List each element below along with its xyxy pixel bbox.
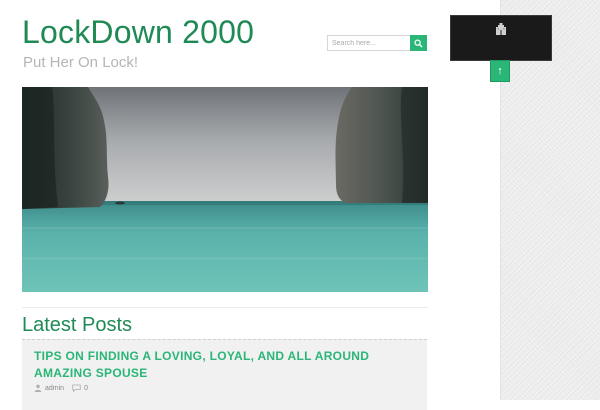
section-divider xyxy=(22,307,428,308)
user-icon xyxy=(34,384,42,392)
post-meta: admin 0 xyxy=(34,384,96,392)
hero-image xyxy=(22,87,428,292)
post-author[interactable]: admin xyxy=(34,384,64,392)
search-icon xyxy=(414,36,423,51)
post-card: TIPS ON FINDING A LOVING, LOYAL, AND ALL… xyxy=(22,339,427,410)
post-comments[interactable]: 0 xyxy=(72,384,88,392)
back-to-top-button[interactable]: ↑ xyxy=(490,60,510,82)
search-input[interactable] xyxy=(327,35,410,51)
post-title-link[interactable]: TIPS ON FINDING A LOVING, LOYAL, AND ALL… xyxy=(34,348,414,382)
latest-posts-heading: Latest Posts xyxy=(22,314,133,336)
search-form xyxy=(327,35,427,51)
site-title[interactable]: LockDown 2000 xyxy=(22,12,254,52)
arrow-up-icon: ↑ xyxy=(497,65,503,77)
post-author-name: admin xyxy=(45,384,65,392)
castle-icon xyxy=(495,22,507,41)
site-tagline: Put Her On Lock! xyxy=(23,54,139,71)
post-comment-count: 0 xyxy=(84,384,88,392)
search-button[interactable] xyxy=(410,35,427,51)
sidebar-widget xyxy=(450,15,552,61)
comment-icon xyxy=(72,384,81,392)
